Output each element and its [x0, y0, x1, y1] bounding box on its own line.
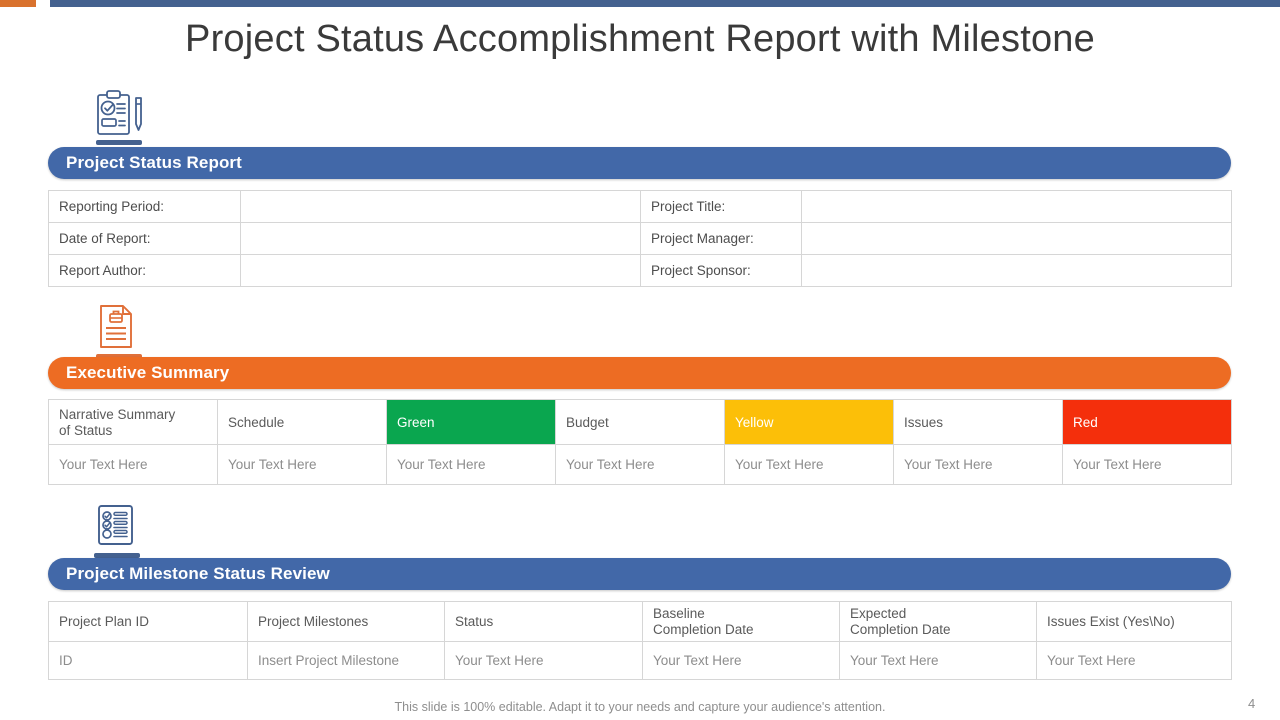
cell-expected-completion-date-value[interactable]: Your Text Here: [839, 641, 1037, 680]
header-line-2: of Status: [59, 422, 113, 438]
header-line-2: Completion Date: [850, 622, 951, 637]
cell-narrative-summary-value[interactable]: Your Text Here: [48, 444, 218, 485]
cell-report-author-label: Report Author:: [48, 254, 241, 287]
cell-date-of-report-value[interactable]: [240, 222, 641, 255]
header-project-milestones: Project Milestones: [247, 601, 445, 642]
table-row: Reporting Period: Project Title:: [48, 190, 1232, 223]
status-badge-green: Green: [386, 399, 556, 445]
status-badge-yellow: Yellow: [724, 399, 894, 445]
header-line-2: Completion Date: [653, 622, 754, 637]
cell-budget-value[interactable]: Your Text Here: [555, 444, 725, 485]
cell-reporting-period-label: Reporting Period:: [48, 190, 241, 223]
cell-project-milestones-value[interactable]: Insert Project Milestone: [247, 641, 445, 680]
table-row: Date of Report: Project Manager:: [48, 222, 1232, 255]
section-header-label: Project Milestone Status Review: [66, 564, 330, 583]
cell-status-value[interactable]: Your Text Here: [444, 641, 643, 680]
section-header-project-milestone-status-review: Project Milestone Status Review: [48, 558, 1231, 590]
checklist-review-icon: [90, 503, 152, 558]
cell-reporting-period-value[interactable]: [240, 190, 641, 223]
cell-yellow-value[interactable]: Your Text Here: [724, 444, 894, 485]
table-header-row: Narrative Summary of Status Schedule Gre…: [48, 399, 1232, 445]
status-badge-red: Red: [1062, 399, 1232, 445]
cell-project-plan-id-value[interactable]: ID: [48, 641, 248, 680]
cell-date-of-report-label: Date of Report:: [48, 222, 241, 255]
section-header-label: Project Status Report: [66, 153, 242, 172]
header-line-1: Baseline: [653, 606, 705, 621]
cell-project-title-label: Project Title:: [640, 190, 802, 223]
project-milestone-status-table: Project Plan ID Project Milestones Statu…: [48, 601, 1232, 680]
clipboard-checklist-pen-icon: [88, 90, 150, 145]
cell-baseline-completion-date-value[interactable]: Your Text Here: [642, 641, 840, 680]
header-narrative-summary: Narrative Summary of Status: [48, 399, 218, 445]
footer-note: This slide is 100% editable. Adapt it to…: [394, 700, 886, 714]
header-budget: Budget: [555, 399, 725, 445]
table-header-row: Project Plan ID Project Milestones Statu…: [48, 601, 1232, 642]
cell-schedule-value[interactable]: Your Text Here: [217, 444, 387, 485]
slide: Project Status Accomplishment Report wit…: [0, 0, 1280, 720]
page-title: Project Status Accomplishment Report wit…: [185, 18, 1095, 60]
cell-project-manager-label: Project Manager:: [640, 222, 802, 255]
header-expected-completion-date: Expected Completion Date: [839, 601, 1037, 642]
section-header-executive-summary: Executive Summary: [48, 357, 1231, 389]
section-header-label: Executive Summary: [66, 363, 230, 382]
cell-project-sponsor-value[interactable]: [801, 254, 1232, 287]
cell-issues-exist-value[interactable]: Your Text Here: [1036, 641, 1232, 680]
header-issues: Issues: [893, 399, 1063, 445]
header-project-plan-id: Project Plan ID: [48, 601, 248, 642]
cell-red-value[interactable]: Your Text Here: [1062, 444, 1232, 485]
icon-shadow-bar: [96, 140, 142, 145]
table-row: Report Author: Project Sponsor:: [48, 254, 1232, 287]
header-schedule: Schedule: [217, 399, 387, 445]
executive-summary-table: Narrative Summary of Status Schedule Gre…: [48, 399, 1232, 485]
page-number: 4: [1248, 696, 1256, 711]
header-issues-exist: Issues Exist (Yes\No): [1036, 601, 1232, 642]
project-status-report-table: Reporting Period: Project Title: Date of…: [48, 190, 1232, 287]
cell-issues-value[interactable]: Your Text Here: [893, 444, 1063, 485]
cell-project-sponsor-label: Project Sponsor:: [640, 254, 802, 287]
cell-project-title-value[interactable]: [801, 190, 1232, 223]
header-baseline-completion-date: Baseline Completion Date: [642, 601, 840, 642]
cell-project-manager-value[interactable]: [801, 222, 1232, 255]
top-accent-bar-orange: [0, 0, 36, 7]
top-accent-bar-blue: [50, 0, 1280, 7]
section-header-project-status-report: Project Status Report: [48, 147, 1231, 179]
cell-report-author-value[interactable]: [240, 254, 641, 287]
cell-green-value[interactable]: Your Text Here: [386, 444, 556, 485]
header-line-1: Expected: [850, 606, 907, 621]
table-row: ID Insert Project Milestone Your Text He…: [48, 641, 1232, 680]
header-line-1: Narrative Summary: [59, 406, 176, 422]
header-status: Status: [444, 601, 643, 642]
table-row: Your Text Here Your Text Here Your Text …: [48, 444, 1232, 485]
document-report-icon: [92, 304, 154, 359]
